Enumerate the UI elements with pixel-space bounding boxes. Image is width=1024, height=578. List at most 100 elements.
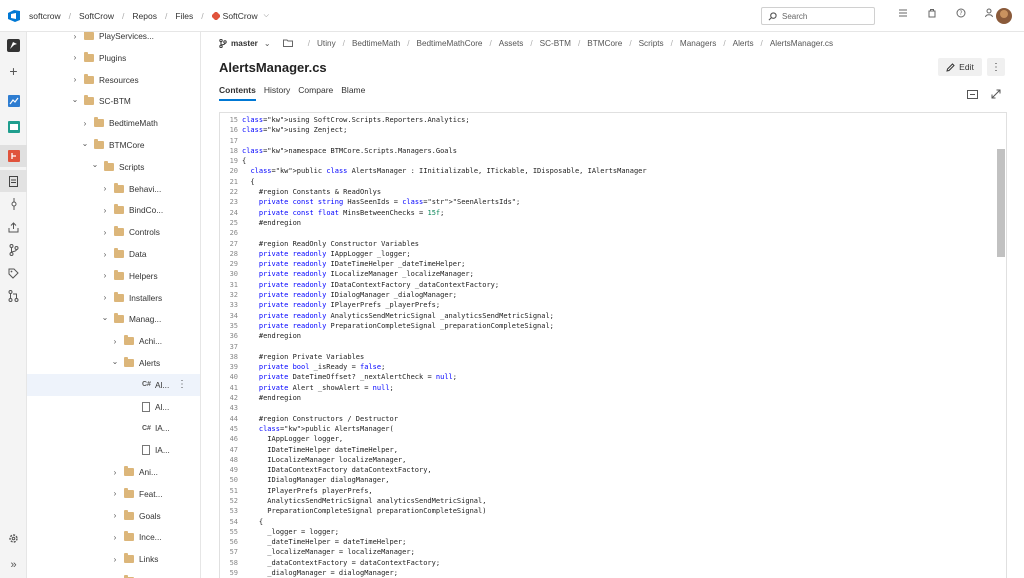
tab-compare[interactable]: Compare [298,85,333,101]
tree-item[interactable]: › Links [27,548,200,570]
add-icon[interactable]: + [0,60,27,82]
chevron-right-icon[interactable]: › [100,206,110,215]
tree-item[interactable]: › Ani... [27,461,200,483]
search-icon [768,12,777,21]
breadcrumb-files[interactable]: Files [173,11,195,21]
path-segment[interactable]: Alerts [733,39,754,48]
tree-item-label: BedtimeMath [109,118,158,129]
chevron-right-icon[interactable]: › [100,293,110,302]
commits-icon[interactable] [0,193,27,215]
tree-item[interactable]: ⌄ Manag... [27,308,200,330]
tree-item[interactable]: IA... [27,439,200,461]
chevron-right-icon[interactable]: › [110,511,120,520]
code-line: 53 PreparationCompleteSignal preparation… [220,506,1000,516]
chevron-down-icon[interactable]: ⌄ [110,357,120,366]
avatar[interactable] [996,8,1012,24]
tree-item[interactable]: › Goals [27,505,200,527]
overview-icon[interactable] [0,116,27,138]
more-actions-button[interactable]: ⋮ [987,58,1005,76]
tree-item[interactable]: › Resources [27,69,200,91]
path-segment[interactable]: Assets [499,39,524,48]
chevron-right-icon[interactable]: › [100,228,110,237]
chevron-right-icon[interactable]: › [70,53,80,62]
breadcrumb-project[interactable]: SoftCrow [77,11,116,21]
path-segment[interactable]: BedtimeMathCore [416,39,482,48]
tree-item[interactable]: Al... [27,396,200,418]
tree-item[interactable]: › PlayServices... [27,32,200,47]
chevron-down-icon[interactable]: ⌄ [100,313,110,322]
breadcrumb-org[interactable]: softcrow [27,11,63,21]
pushes-icon[interactable] [0,216,27,238]
tree-item[interactable]: C# IA... [27,417,200,439]
path-segment[interactable]: AlertsManager.cs [770,39,833,48]
azure-devops-logo-icon[interactable] [0,0,27,32]
tree-item[interactable]: ⌄ Scripts [27,156,200,178]
tab-history[interactable]: History [264,85,290,101]
preview-toggle-icon[interactable] [967,86,978,104]
tree-item[interactable]: › Helpers [27,265,200,287]
chevron-right-icon[interactable]: › [100,250,110,259]
tree-item[interactable]: › BindCo... [27,199,200,221]
chevron-right-icon[interactable]: › [110,555,120,564]
chevron-right-icon[interactable]: › [70,75,80,84]
files-icon[interactable] [0,170,27,192]
breadcrumb-repo-selector[interactable]: SoftCrow ⌵ [210,11,271,21]
line-number: 26 [229,229,238,238]
path-segment[interactable]: BTMCore [587,39,622,48]
path-segment[interactable]: Managers [680,39,716,48]
code-viewer[interactable]: 15 class="kw">using SoftCrow.Scripts.Repo… [219,112,1007,578]
chevron-right-icon[interactable]: › [110,533,120,542]
tree-item[interactable]: › Ince... [27,526,200,548]
tree-item[interactable]: › Installers [27,287,200,309]
tree-item[interactable]: › Controls [27,221,200,243]
project-icon[interactable] [0,34,27,56]
code-line: 54 { [220,517,1000,527]
chevron-right-icon[interactable]: › [110,468,120,477]
shopping-bag-icon[interactable] [917,8,946,18]
chevron-right-icon[interactable]: › [110,489,120,498]
tree-item[interactable]: › Data [27,243,200,265]
tab-contents[interactable]: Contents [219,85,256,101]
chevron-right-icon[interactable]: › [100,271,110,280]
chevron-right-icon[interactable]: › [110,337,120,346]
line-number: 50 [229,476,238,485]
tree-item[interactable]: ›Notify [27,570,200,578]
tree-item[interactable]: › Behavi... [27,178,200,200]
tree-item[interactable]: C# Al... ⋮ [27,373,200,396]
search-input[interactable]: Search [761,7,875,25]
expand-nav-icon[interactable]: » [0,554,27,576]
tree-item[interactable]: › Plugins [27,47,200,69]
path-segment[interactable]: SC-BTM [540,39,571,48]
tree-item[interactable]: ⌄ BTMCore [27,134,200,156]
task-list-icon[interactable] [888,8,917,18]
tree-item[interactable]: › Achi... [27,330,200,352]
chevron-down-icon[interactable]: ⌄ [80,139,90,148]
branch-selector[interactable]: master ⌄ [219,38,271,48]
breadcrumb-repos[interactable]: Repos [130,11,159,21]
chevron-right-icon[interactable]: › [100,184,110,193]
chevron-right-icon[interactable]: › [80,119,90,128]
chevron-down-icon[interactable]: ⌄ [90,160,100,169]
path-segment[interactable]: BedtimeMath [352,39,400,48]
repos-icon[interactable] [0,145,27,167]
tree-item[interactable]: › BedtimeMath [27,112,200,134]
chevron-down-icon[interactable]: ⌄ [70,95,80,104]
tree-item[interactable]: ⌄ Alerts [27,352,200,374]
boards-icon[interactable] [0,90,27,112]
more-vertical-icon[interactable]: ⋮ [177,379,187,390]
chevron-right-icon[interactable]: › [70,32,80,41]
scrollbar-thumb[interactable] [997,149,1005,257]
tree-item[interactable]: › Feat... [27,483,200,505]
edit-button[interactable]: Edit [938,58,982,76]
tab-blame[interactable]: Blame [341,85,365,101]
path-segment[interactable]: Scripts [639,39,664,48]
tags-icon[interactable] [0,262,27,284]
tree-item[interactable]: ⌄ SC-BTM [27,90,200,112]
path-segment[interactable]: Utiny [317,39,336,48]
settings-gear-icon[interactable] [0,527,27,549]
branches-icon[interactable] [0,239,27,261]
pull-requests-icon[interactable] [0,285,27,307]
help-icon[interactable]: ? [946,8,975,18]
fullscreen-icon[interactable] [991,86,1001,104]
folder-outline-icon[interactable] [282,39,293,47]
